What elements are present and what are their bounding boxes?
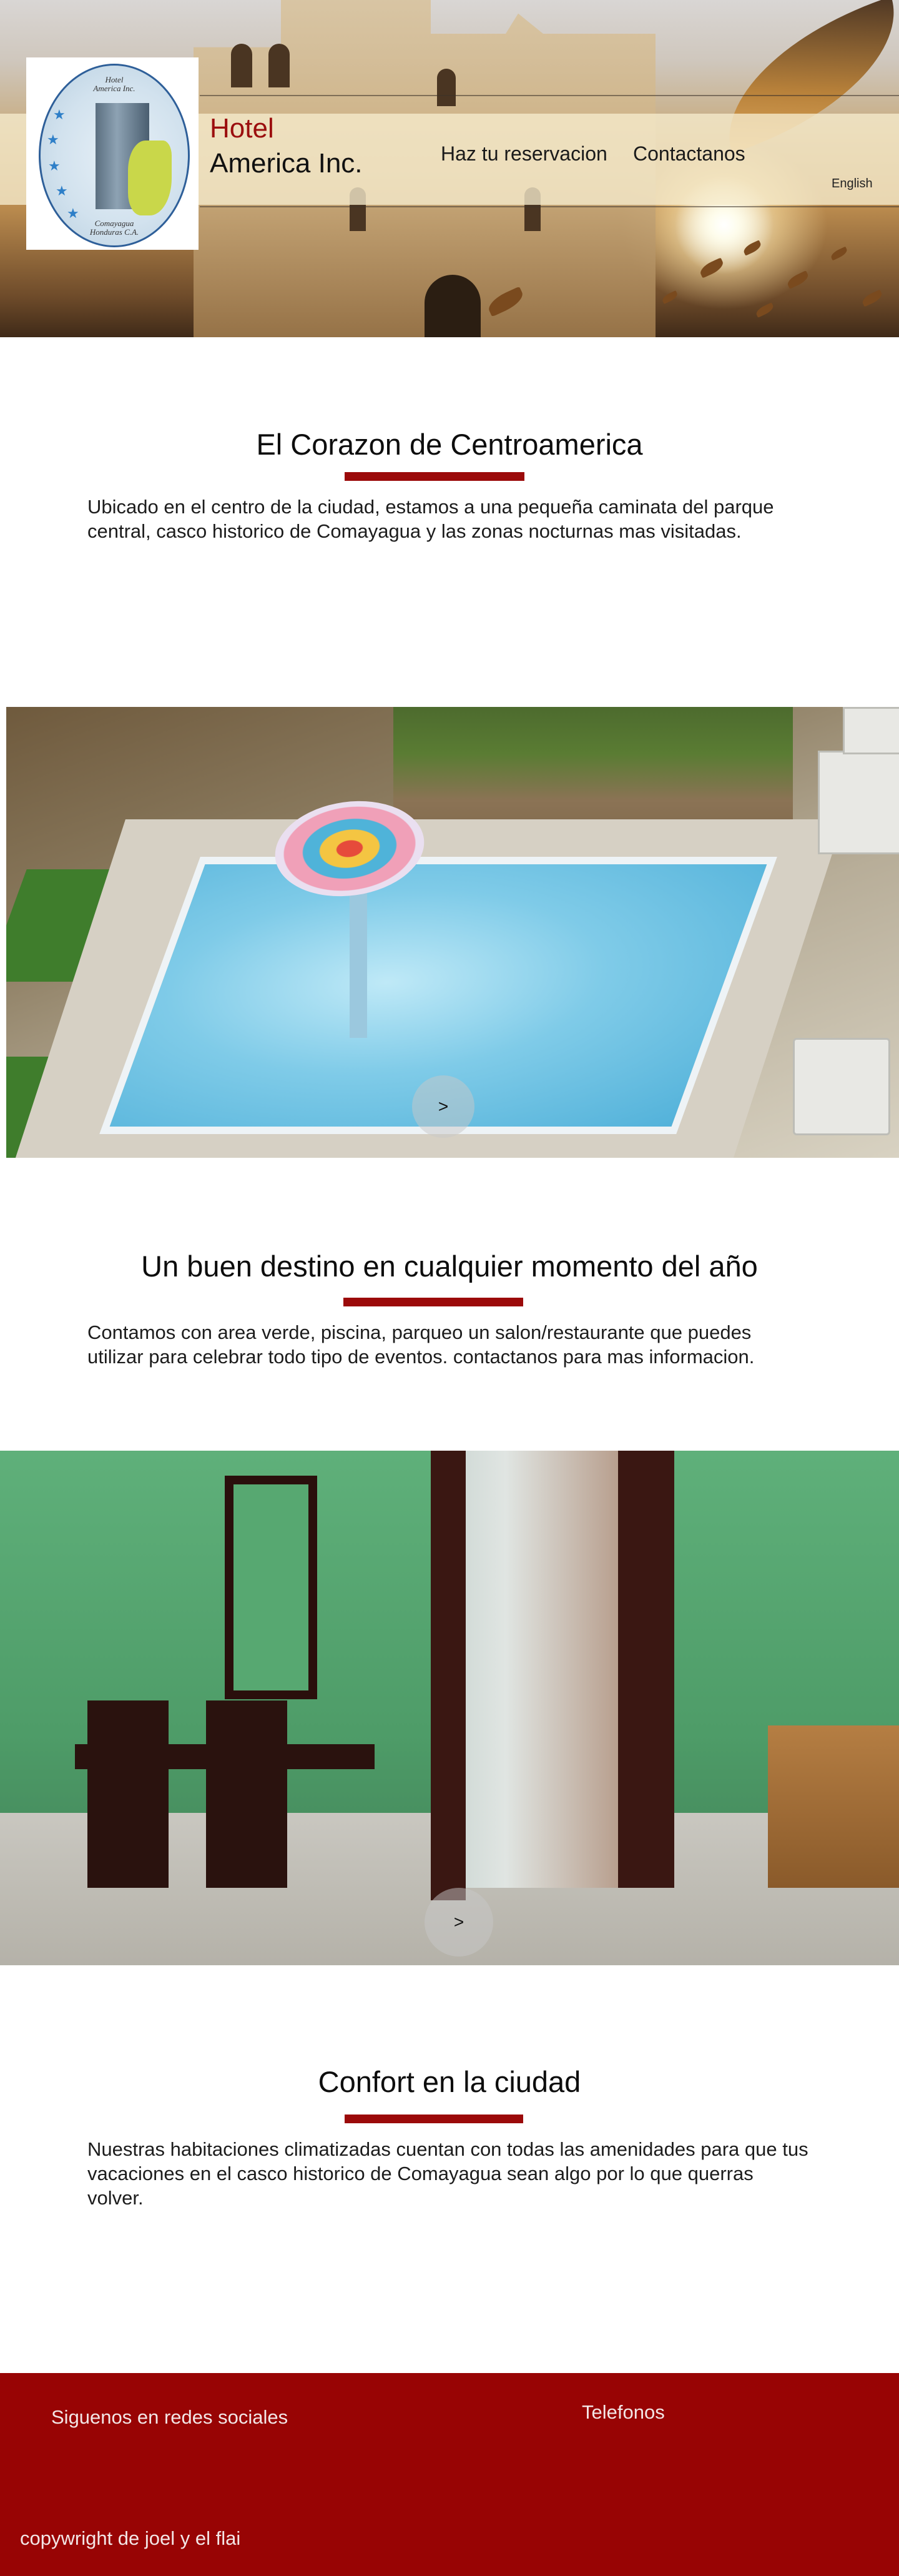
- logo-text-bottom-2: Honduras C.A.: [89, 227, 139, 237]
- section-title-comfort: Confort en la ciudad: [318, 2065, 581, 2098]
- language-switch-link[interactable]: English: [832, 176, 873, 191]
- bird-icon: [754, 302, 775, 318]
- title-underline: [345, 472, 524, 481]
- ac-unit: [843, 707, 899, 754]
- logo-map-icon: [128, 141, 172, 215]
- bird-icon: [860, 289, 884, 307]
- footer-phones-label: Telefonos: [582, 2401, 665, 2423]
- chair: [87, 1700, 169, 1888]
- star-icon: ★: [48, 158, 61, 174]
- section-title-heart: El Corazon de Centroamerica: [256, 428, 643, 461]
- star-icon: ★: [47, 132, 59, 147]
- header-divider: [200, 95, 899, 96]
- church-window: [268, 44, 290, 87]
- umbrella-pole: [350, 882, 367, 1038]
- room-photo: >: [0, 1451, 899, 1965]
- church-window: [231, 44, 252, 87]
- church-door: [425, 275, 481, 337]
- pool-photo: >: [6, 707, 899, 1158]
- star-icon: ★: [53, 107, 66, 122]
- footer-social-label: Siguenos en redes sociales: [51, 2406, 288, 2428]
- title-underline: [345, 2115, 523, 2123]
- header-divider: [200, 206, 899, 207]
- bird-icon: [661, 290, 679, 304]
- brand-title-name: America Inc.: [210, 148, 363, 179]
- footer: Siguenos en redes sociales Telefonos cop…: [0, 2373, 899, 2576]
- ac-unit: [818, 751, 899, 854]
- ac-unit: [793, 1038, 890, 1135]
- section-text-destination: Contamos con area verde, piscina, parque…: [87, 1321, 755, 1368]
- chair: [206, 1700, 287, 1888]
- logo-text-top-2: America Inc.: [93, 84, 135, 93]
- door-frame: [618, 1451, 674, 1888]
- nav-contact-link[interactable]: Contactanos: [633, 141, 745, 166]
- star-icon: ★: [67, 205, 79, 221]
- brand-title-hotel: Hotel: [210, 113, 274, 144]
- star-icon: ★: [56, 183, 68, 199]
- bird-icon: [785, 270, 810, 289]
- church-window: [437, 69, 456, 106]
- wall-mirror: [225, 1476, 317, 1699]
- room-slider-next-button[interactable]: >: [425, 1888, 493, 1957]
- hero-banner: Hotel America Inc. ★ ★ ★ ★ ★ Comayagua H…: [0, 0, 899, 337]
- pool-slider-next-button[interactable]: >: [412, 1075, 474, 1138]
- logo-text-top-1: Hotel: [105, 75, 124, 84]
- title-underline: [343, 1298, 523, 1306]
- dresser-table: [75, 1744, 375, 1769]
- section-title-destination: Un buen destino en cualquier momento del…: [141, 1250, 758, 1283]
- door-frame: [431, 1451, 466, 1900]
- bed: [768, 1725, 899, 1888]
- section-text-heart: Ubicado en el centro de la ciudad, estam…: [87, 496, 774, 542]
- nav-reservation-link[interactable]: Haz tu reservacion: [441, 141, 607, 166]
- logo-emblem: Hotel America Inc. ★ ★ ★ ★ ★ Comayagua H…: [39, 64, 190, 247]
- footer-copyright: copywright de joel y el flai: [20, 2527, 241, 2549]
- section-text-comfort: Nuestras habitaciones climatizadas cuent…: [87, 2138, 808, 2209]
- logo-text-bottom-1: Comayagua: [94, 219, 134, 228]
- hotel-logo[interactable]: Hotel America Inc. ★ ★ ★ ★ ★ Comayagua H…: [26, 57, 199, 250]
- bird-icon: [829, 246, 849, 261]
